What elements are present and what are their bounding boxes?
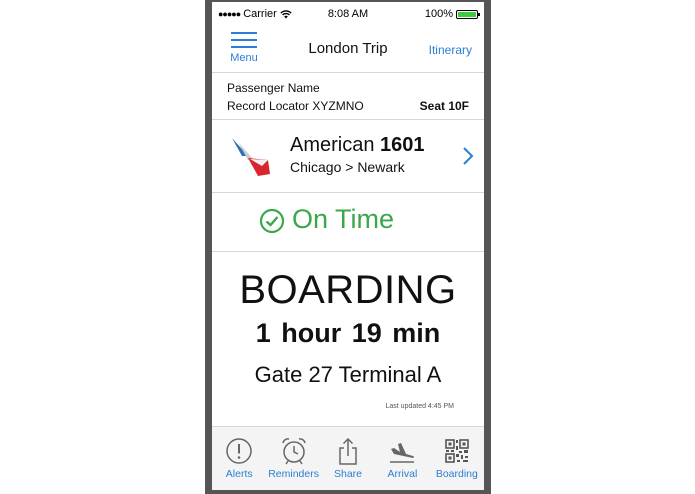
american-airlines-logo-icon <box>232 138 270 176</box>
battery-tip <box>478 12 480 16</box>
record-locator: Record Locator XYZMNO <box>227 99 364 113</box>
tab-bar: Alerts Reminders Share Arrival Boarding <box>212 427 484 490</box>
chevron-right-icon <box>463 147 474 165</box>
status-right: 100% <box>424 8 480 20</box>
boarding-info: BOARDING 1 hour 19 min Gate 27 Terminal … <box>212 252 484 427</box>
flight-details-row[interactable]: American 1601 Chicago > Newark <box>212 120 484 193</box>
status-left: ●●●●● Carrier <box>218 8 292 20</box>
flight-title: American 1601 <box>290 134 425 157</box>
seat-assignment: Seat 10F <box>419 99 469 113</box>
status-bar: ●●●●● Carrier 8:08 AM 100% <box>212 2 484 26</box>
tab-share[interactable]: Share <box>321 427 375 490</box>
passenger-info: Passenger Name Record Locator XYZMNO Sea… <box>212 73 484 120</box>
nav-bar: Menu London Trip Itinerary <box>212 26 484 73</box>
tab-label: Boarding <box>435 468 478 480</box>
tab-label: Arrival <box>387 468 418 480</box>
flight-status-row: On Time <box>212 193 484 252</box>
flight-route: Chicago > Newark <box>290 159 405 175</box>
signal-strength-icon: ●●●●● <box>218 9 241 19</box>
alert-icon <box>226 438 252 464</box>
wifi-icon <box>280 10 292 19</box>
tab-label: Share <box>334 468 363 480</box>
itinerary-button[interactable]: Itinerary <box>429 43 472 57</box>
flight-status-text: On Time <box>292 204 395 234</box>
tab-alerts[interactable]: Alerts <box>212 427 266 490</box>
phone-frame: ●●●●● Carrier 8:08 AM 100% Menu London T… <box>205 0 491 494</box>
passenger-name: Passenger Name <box>227 81 320 95</box>
last-updated: Last updated 4:45 PM <box>385 403 455 410</box>
tab-reminders[interactable]: Reminders <box>266 427 320 490</box>
battery-percent: 100% <box>424 8 453 20</box>
tab-label: Alerts <box>225 468 253 480</box>
check-circle-icon <box>259 208 285 234</box>
app-screen: ●●●●● Carrier 8:08 AM 100% Menu London T… <box>212 2 484 490</box>
boarding-gate: Gate 27 Terminal A <box>254 362 442 387</box>
tab-arrival[interactable]: Arrival <box>375 427 429 490</box>
carrier-label: Carrier <box>243 8 277 20</box>
qr-code-icon <box>445 439 469 463</box>
airline-name: American <box>290 134 375 156</box>
battery-fill <box>458 11 476 17</box>
battery-icon <box>456 9 480 19</box>
tab-label: Reminders <box>268 468 319 480</box>
boarding-label: BOARDING <box>239 268 457 312</box>
plane-landing-icon <box>390 443 415 463</box>
boarding-countdown: 1 hour 19 min <box>255 318 441 348</box>
share-icon <box>339 437 357 465</box>
tab-boarding[interactable]: Boarding <box>430 427 484 490</box>
flight-number: 1601 <box>380 134 425 156</box>
alarm-clock-icon <box>281 438 306 465</box>
